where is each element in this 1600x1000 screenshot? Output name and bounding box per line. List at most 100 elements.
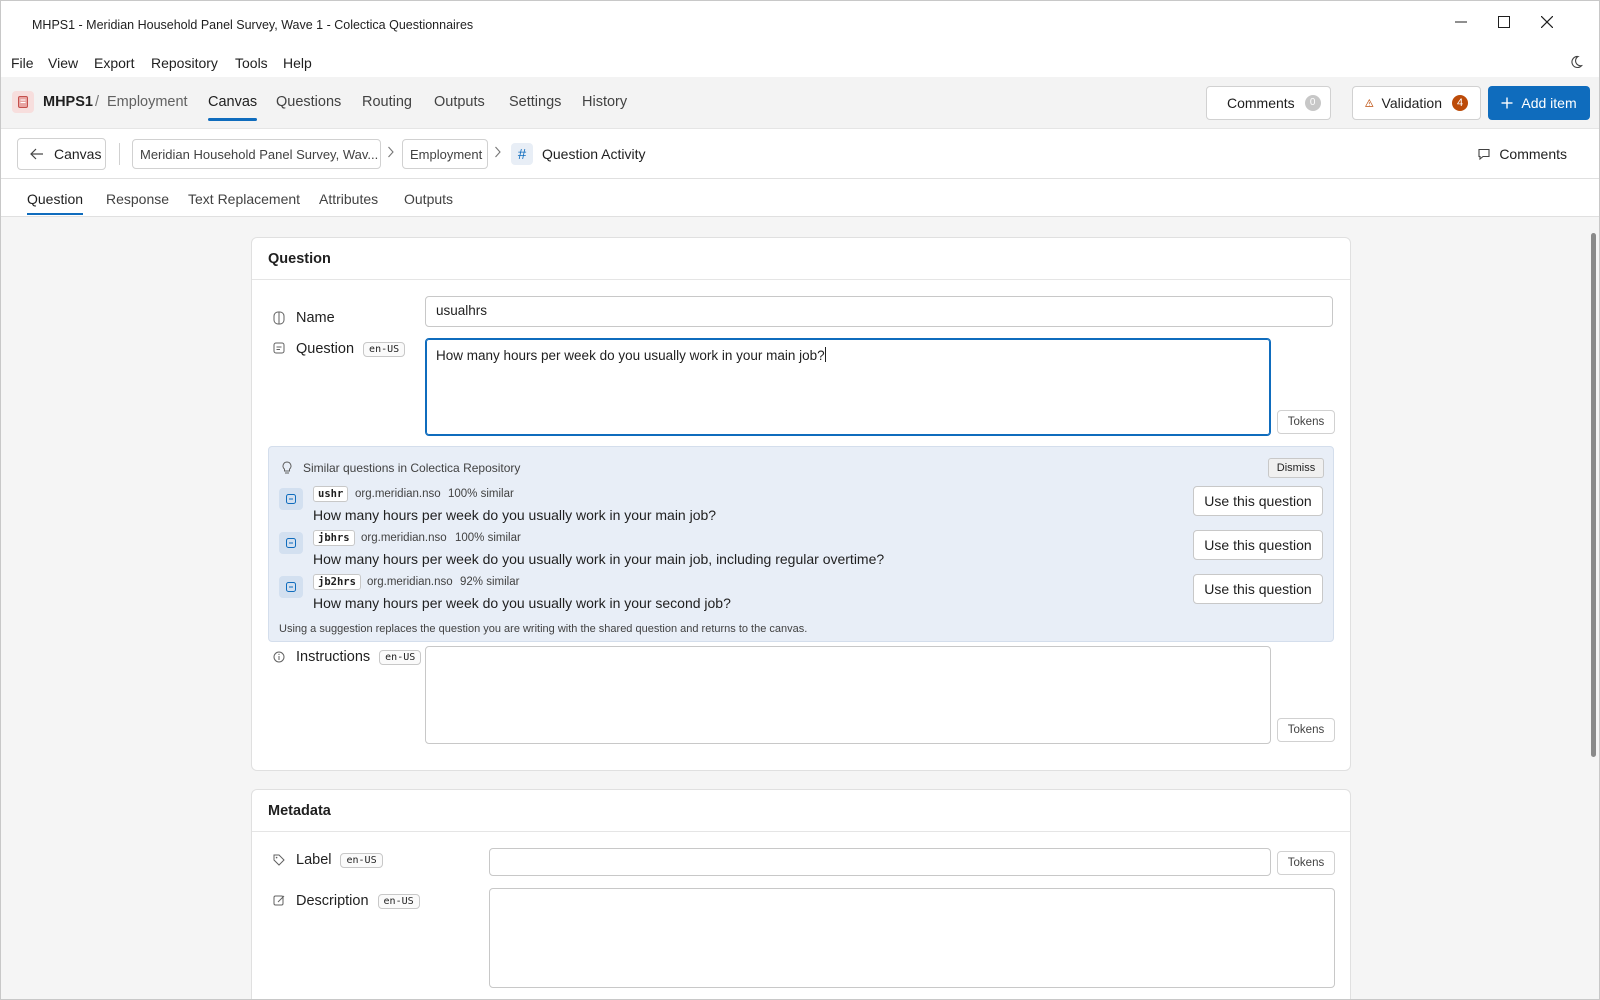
app-toolbar: MHPS1 / Employment Canvas Questions Rout…: [1, 77, 1599, 129]
metadata-card: Metadata Label en-US Tokens Description …: [251, 789, 1351, 999]
label-input[interactable]: [489, 848, 1271, 876]
similar-question-row: jb2hrs org.meridian.nso 92% similar How …: [279, 574, 1323, 614]
close-button[interactable]: [1527, 7, 1567, 37]
add-item-button[interactable]: Add item: [1488, 86, 1590, 120]
breadcrumb-current: Question Activity: [542, 146, 646, 162]
language-badge: en-US: [340, 852, 383, 868]
tab-canvas[interactable]: Canvas: [208, 94, 258, 121]
question-item-icon: [279, 576, 303, 598]
comments-button[interactable]: Comments 0: [1206, 86, 1331, 120]
text-cursor: [824, 347, 826, 362]
comments-link[interactable]: Comments: [1477, 146, 1567, 162]
similar-score: 92% similar: [460, 576, 520, 588]
moon-icon[interactable]: [1569, 55, 1583, 69]
similar-code: ushr: [313, 486, 349, 502]
description-field-label: Description en-US: [272, 893, 420, 909]
menu-bar: File View Export Repository Tools Help: [1, 47, 1599, 77]
breadcrumb-separator: /: [95, 94, 100, 110]
menu-help[interactable]: Help: [283, 55, 312, 71]
similar-questions-title: Similar questions in Colectica Repositor…: [281, 461, 520, 475]
name-icon: [273, 311, 285, 325]
menu-export[interactable]: Export: [94, 55, 134, 71]
question-text: How many hours per week do you usually w…: [436, 348, 825, 363]
tab-outputs[interactable]: Outputs: [404, 191, 453, 207]
similar-code: jbhrs: [313, 530, 355, 546]
question-item-icon: [279, 532, 303, 554]
tab-attributes[interactable]: Attributes: [319, 191, 378, 207]
label-field-label: Label en-US: [272, 852, 383, 868]
menu-tools[interactable]: Tools: [235, 55, 268, 71]
add-item-label: Add item: [1521, 95, 1577, 111]
instructions-tokens-button[interactable]: Tokens: [1277, 718, 1335, 742]
metadata-card-heading: Metadata: [252, 790, 1350, 832]
document-code[interactable]: MHPS1: [43, 94, 93, 110]
minimize-button[interactable]: [1441, 7, 1481, 37]
tab-routing[interactable]: Routing: [362, 94, 412, 110]
hash-icon: #: [511, 143, 533, 165]
label-tokens-button[interactable]: Tokens: [1277, 851, 1335, 875]
similar-agency: org.meridian.nso: [367, 576, 453, 588]
question-icon: [273, 342, 285, 354]
tab-settings[interactable]: Settings: [509, 94, 561, 110]
warning-icon: [1365, 98, 1374, 107]
label-label: Label: [296, 852, 332, 868]
similar-question-row: ushr org.meridian.nso 100% similar How m…: [279, 486, 1323, 526]
back-to-canvas-button[interactable]: Canvas: [17, 138, 106, 170]
breadcrumb-survey[interactable]: Meridian Household Panel Survey, Wav...: [132, 139, 381, 169]
breadcrumb-bar: Canvas Meridian Household Panel Survey, …: [1, 129, 1599, 179]
menu-file[interactable]: File: [11, 55, 34, 71]
validation-button[interactable]: Validation 4: [1352, 86, 1481, 120]
question-text-input[interactable]: How many hours per week do you usually w…: [425, 338, 1271, 436]
use-this-question-button[interactable]: Use this question: [1193, 574, 1323, 604]
menu-repository[interactable]: Repository: [151, 55, 218, 71]
tag-icon: [273, 854, 285, 866]
chevron-right-icon: [388, 146, 394, 158]
similar-score: 100% similar: [448, 488, 514, 500]
tab-history[interactable]: History: [582, 94, 627, 110]
tab-question[interactable]: Question: [27, 191, 84, 215]
tab-questions[interactable]: Questions: [276, 94, 341, 110]
use-this-question-button[interactable]: Use this question: [1193, 486, 1323, 516]
validation-label: Validation: [1381, 95, 1442, 111]
breadcrumb-section[interactable]: Employment: [402, 139, 488, 169]
use-this-question-button[interactable]: Use this question: [1193, 530, 1323, 560]
name-input[interactable]: usualhrs: [425, 296, 1333, 327]
name-field-label: Name: [272, 310, 335, 326]
menu-view[interactable]: View: [48, 55, 78, 71]
similar-score: 100% similar: [455, 532, 521, 544]
description-input[interactable]: [489, 888, 1335, 988]
question-field-label: Question en-US: [272, 341, 406, 357]
arrow-left-icon: [30, 148, 43, 160]
window-title: MHPS1 - Meridian Household Panel Survey,…: [32, 18, 474, 32]
dismiss-button[interactable]: Dismiss: [1268, 458, 1324, 478]
question-label: Question: [296, 341, 355, 357]
name-label: Name: [296, 310, 335, 326]
tab-text-replacement[interactable]: Text Replacement: [188, 191, 300, 207]
language-badge: en-US: [379, 649, 422, 665]
back-label: Canvas: [54, 146, 102, 162]
document-icon: [12, 91, 34, 113]
section-name[interactable]: Employment: [107, 94, 188, 110]
similar-text: How many hours per week do you usually w…: [313, 595, 731, 611]
plus-icon: [1501, 97, 1513, 109]
validation-count: 4: [1452, 95, 1468, 111]
question-tokens-button[interactable]: Tokens: [1277, 410, 1335, 434]
tab-outputs[interactable]: Outputs: [434, 94, 485, 110]
tab-response[interactable]: Response: [106, 191, 169, 207]
language-badge: en-US: [377, 893, 420, 909]
title-bar: MHPS1 - Meridian Household Panel Survey,…: [1, 1, 1599, 47]
scrollbar-thumb[interactable]: [1591, 233, 1596, 757]
sub-tab-bar: Question Response Text Replacement Attri…: [1, 179, 1599, 217]
description-icon: [273, 895, 285, 906]
instructions-input[interactable]: [425, 646, 1271, 744]
maximize-button[interactable]: [1484, 7, 1524, 37]
similar-note: Using a suggestion replaces the question…: [279, 623, 808, 635]
question-card-heading: Question: [252, 238, 1350, 280]
comment-icon: [1478, 148, 1490, 161]
instructions-label: Instructions: [296, 649, 371, 665]
similar-code: jb2hrs: [313, 574, 361, 590]
comments-link-label: Comments: [1499, 146, 1567, 162]
language-badge: en-US: [363, 341, 406, 357]
app-window: MHPS1 - Meridian Household Panel Survey,…: [0, 0, 1600, 1000]
similar-text: How many hours per week do you usually w…: [313, 507, 717, 523]
